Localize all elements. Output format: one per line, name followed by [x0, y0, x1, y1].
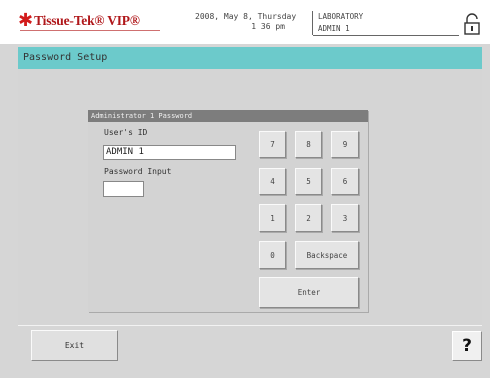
logo-text: Tissue-Tek® VIP® — [34, 13, 140, 28]
brand-logo: ✱ Tissue-Tek® VIP® — [18, 12, 140, 30]
key-0-button[interactable]: 0 — [259, 241, 286, 269]
date-text: 2008, May 8, Thursday — [195, 12, 297, 21]
status-divider — [312, 11, 313, 35]
exit-button[interactable]: Exit — [31, 330, 118, 361]
key-9-button[interactable]: 9 — [331, 131, 359, 158]
key-8-button[interactable]: 8 — [295, 131, 322, 158]
date-time-display: 2008, May 8, Thursday 1 36 pm — [195, 12, 297, 32]
logo-star-icon: ✱ — [18, 10, 34, 31]
header-bar: ✱ Tissue-Tek® VIP® 2008, May 8, Thursday… — [0, 0, 490, 44]
key-6-button[interactable]: 6 — [331, 168, 359, 195]
password-dialog: Administrator 1 Password User's ID ADMIN… — [88, 110, 368, 312]
status-underline — [313, 35, 459, 36]
help-button[interactable]: ? — [452, 331, 482, 361]
enter-button[interactable]: Enter — [259, 277, 359, 308]
screen-title: Password Setup — [23, 52, 108, 63]
padlock-unlocked-icon[interactable] — [463, 13, 481, 35]
station-text: LABORATORY — [318, 12, 364, 21]
key-5-button[interactable]: 5 — [295, 168, 322, 195]
backspace-button[interactable]: Backspace — [295, 241, 359, 269]
screen-title-bar: Password Setup — [18, 47, 482, 69]
password-input[interactable] — [103, 181, 144, 197]
user-id-label: User's ID — [104, 128, 148, 137]
key-1-button[interactable]: 1 — [259, 204, 286, 232]
user-text: ADMIN 1 — [318, 24, 350, 33]
key-4-button[interactable]: 4 — [259, 168, 286, 195]
time-text: 1 36 pm — [251, 22, 285, 31]
key-3-button[interactable]: 3 — [331, 204, 359, 232]
app-window: ✱ Tissue-Tek® VIP® 2008, May 8, Thursday… — [0, 0, 490, 378]
key-2-button[interactable]: 2 — [295, 204, 322, 232]
dialog-title-bar: Administrator 1 Password — [88, 110, 368, 122]
logo-underline — [20, 30, 160, 31]
dialog-title: Administrator 1 Password — [91, 112, 193, 120]
key-7-button[interactable]: 7 — [259, 131, 286, 158]
user-id-field[interactable]: ADMIN 1 — [103, 145, 236, 160]
password-label: Password Input — [104, 167, 172, 176]
